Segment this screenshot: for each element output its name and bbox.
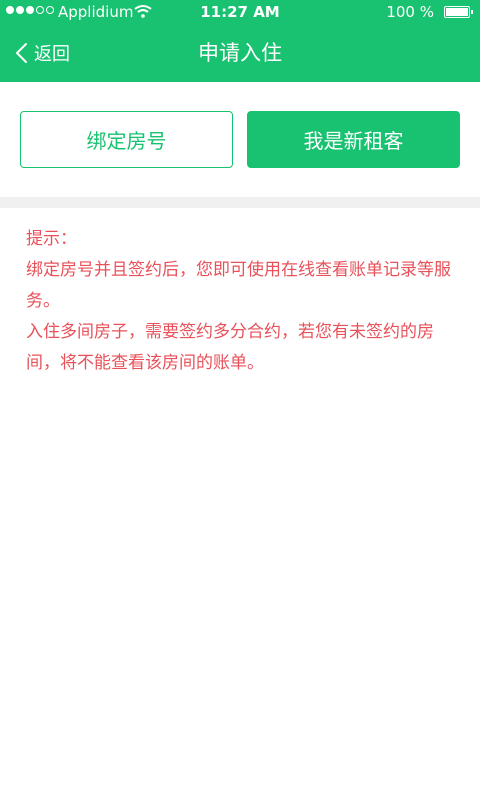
tips-line-2: 入住多间房子，需要签约多分合约，若您有未签约的房间，将不能查看该房间的账单。 [26, 322, 434, 373]
screen: Applidium 11:27 AM 100 % 返回 申请入住 绑定房号 我是… [0, 0, 480, 800]
battery-icon [444, 6, 473, 18]
status-bar: Applidium 11:27 AM 100 % [0, 0, 480, 24]
new-tenant-button[interactable]: 我是新租客 [247, 111, 460, 168]
tips-section: 提示： 绑定房号并且签约后，您即可使用在线查看账单记录等服务。 入住多间房子，需… [26, 224, 456, 379]
bind-room-button[interactable]: 绑定房号 [20, 111, 233, 168]
action-buttons: 绑定房号 我是新租客 [20, 111, 460, 168]
section-divider [0, 197, 480, 208]
header: Applidium 11:27 AM 100 % 返回 申请入住 [0, 0, 480, 82]
tips-line-1: 绑定房号并且签约后，您即可使用在线查看账单记录等服务。 [26, 260, 451, 311]
tips-heading: 提示： [26, 229, 77, 249]
nav-bar: 返回 申请入住 [0, 24, 480, 82]
battery-percent: 100 % [386, 3, 434, 21]
page-title: 申请入住 [198, 41, 282, 65]
